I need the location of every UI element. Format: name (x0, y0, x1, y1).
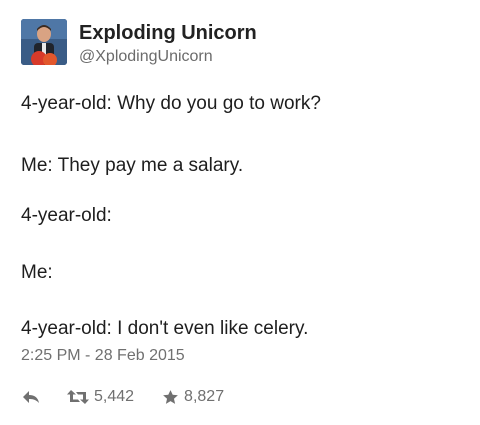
reply-arrow-icon (23, 391, 39, 403)
reply-button[interactable] (21, 389, 41, 405)
favorite-button[interactable]: 8,827 (162, 388, 224, 406)
tweet-line: 4-year-old: Why do you go to work? (21, 93, 321, 114)
tweet-line: 4-year-old: I don't even like celery. (21, 318, 309, 339)
tweet-line: Me: (21, 262, 53, 283)
star-icon (163, 389, 178, 404)
retweet-button[interactable]: 5,442 (67, 388, 134, 406)
tweet-line: 4-year-old: (21, 205, 112, 226)
tweet-card: Exploding Unicorn @XplodingUnicorn 4-yea… (0, 0, 480, 425)
retweet-count: 5,442 (94, 388, 135, 405)
user-handle[interactable]: @XplodingUnicorn (79, 48, 213, 66)
tweet-actions: 5,442 8,827 (21, 386, 224, 408)
avatar[interactable] (21, 19, 67, 65)
tweet-line: Me: They pay me a salary. (21, 155, 244, 176)
avatar-image (21, 19, 67, 65)
display-name[interactable]: Exploding Unicorn (79, 22, 257, 45)
tweet-timestamp[interactable]: 2:25 PM - 28 Feb 2015 (21, 347, 185, 365)
favorite-count: 8,827 (184, 388, 225, 405)
retweet-icon (67, 390, 89, 404)
